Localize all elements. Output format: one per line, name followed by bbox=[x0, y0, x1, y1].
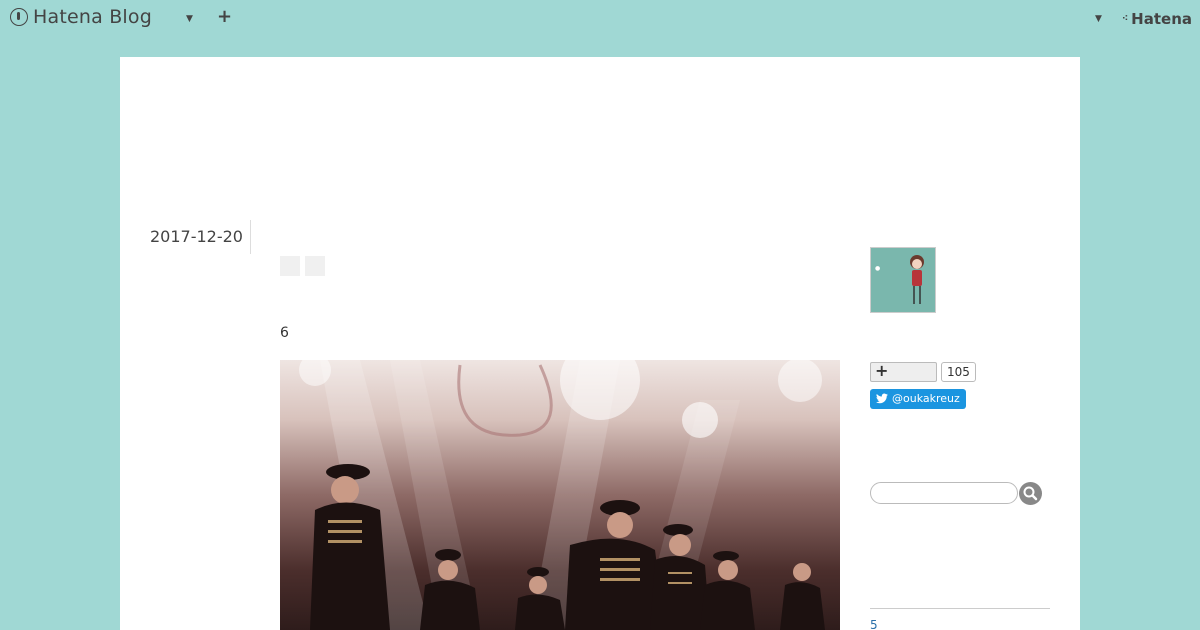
search-button[interactable] bbox=[1019, 482, 1042, 505]
hatena-logo-icon: ⁖ bbox=[1122, 14, 1129, 24]
follow-button[interactable]: + bbox=[870, 361, 937, 382]
twitter-bird-icon bbox=[876, 393, 888, 404]
twitter-follow-button[interactable]: @oukakreuz bbox=[870, 389, 966, 409]
follower-count: 105 bbox=[941, 362, 976, 382]
entry-date[interactable]: 2017-12-20 bbox=[150, 227, 243, 246]
caret-down-icon[interactable]: ▼ bbox=[186, 14, 193, 24]
sidebar-divider bbox=[870, 608, 1050, 609]
hatena-blog-logo-icon bbox=[10, 8, 28, 26]
plus-icon: + bbox=[875, 361, 889, 380]
profile-avatar[interactable]: ● bbox=[870, 247, 936, 313]
hatena-blog-logo[interactable]: Hatena Blog bbox=[10, 6, 152, 28]
svg-text:●: ● bbox=[875, 265, 880, 272]
plus-icon[interactable]: + bbox=[217, 7, 232, 27]
stage-photo bbox=[280, 360, 840, 630]
search-icon bbox=[1023, 486, 1038, 501]
twitter-handle: @oukakreuz bbox=[892, 392, 960, 405]
blog-panel: 2017-12-20 6 ● + 105 @oukakreuz 5 bbox=[120, 57, 1080, 630]
account-caret-down-icon[interactable]: ▼ bbox=[1095, 14, 1102, 24]
sidebar-link[interactable]: 5 bbox=[870, 618, 878, 630]
hatena-logo[interactable]: ⁖ Hatena bbox=[1122, 10, 1192, 28]
hatena-brand-text: Hatena bbox=[1131, 10, 1192, 28]
top-bar: Hatena Blog ▼ + ▼ ⁖ Hatena bbox=[0, 0, 1200, 38]
search-input[interactable] bbox=[870, 482, 1018, 504]
brand-name: Hatena Blog bbox=[33, 6, 152, 28]
entry-body-text: 6 bbox=[280, 325, 289, 341]
date-divider bbox=[250, 220, 251, 254]
share-button-placeholder[interactable] bbox=[305, 256, 325, 276]
share-button-placeholder[interactable] bbox=[280, 256, 300, 276]
